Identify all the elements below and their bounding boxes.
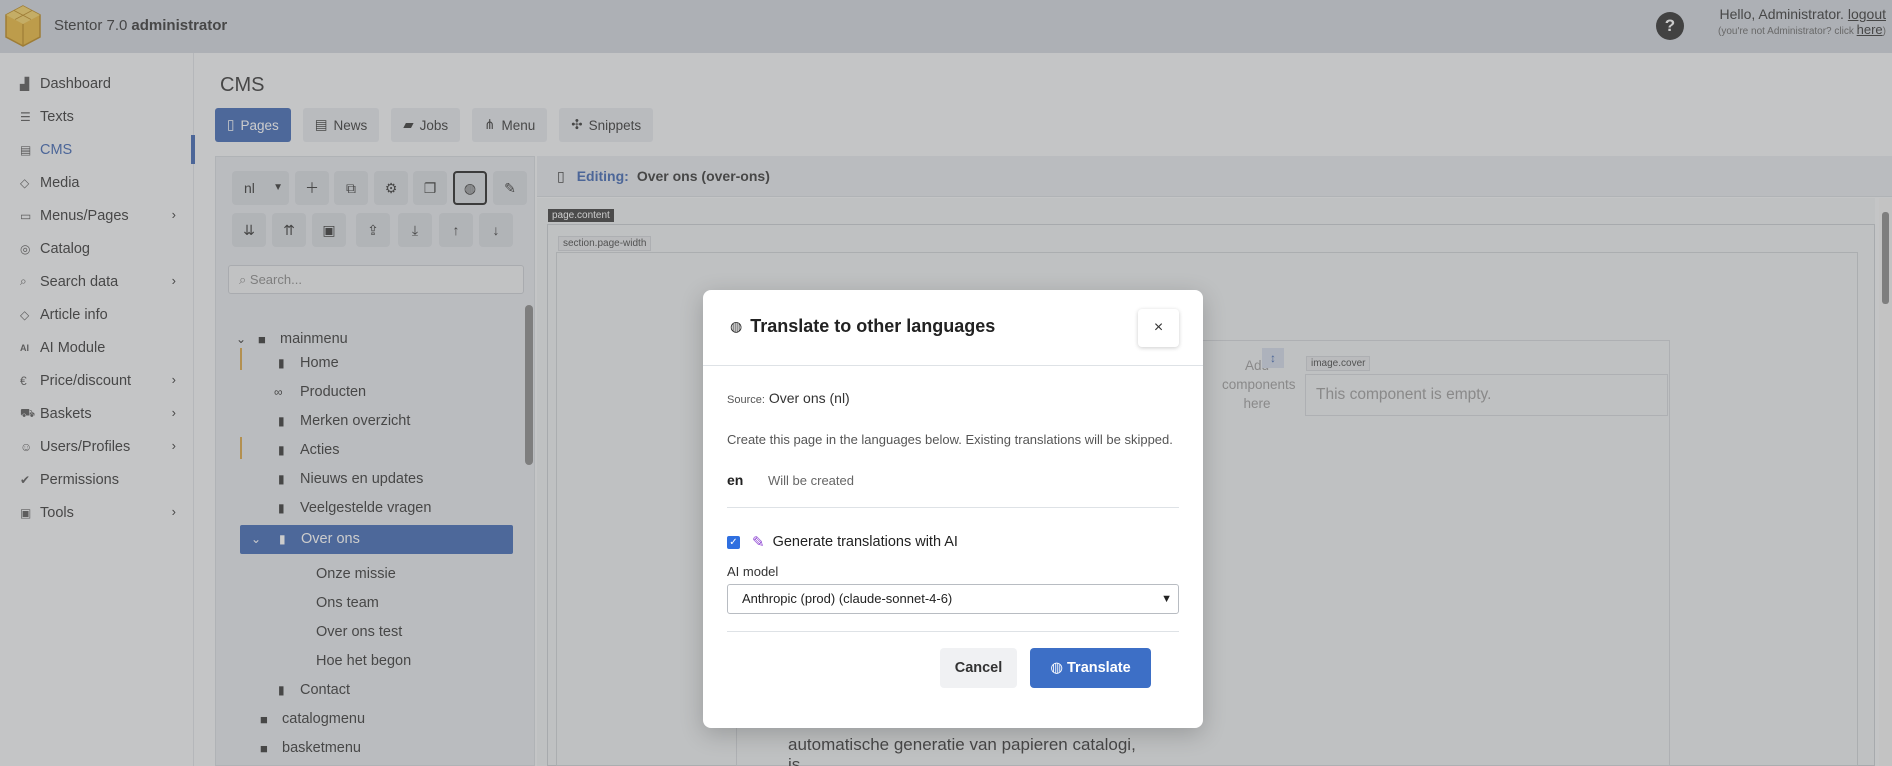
ai-checkbox[interactable]: ✓ <box>727 535 740 549</box>
globe-icon: ◍ <box>1050 660 1063 676</box>
ai-model-select[interactable]: Anthropic (prod) (claude-sonnet-4-6) ▼ <box>727 584 1179 614</box>
source-prefix: Source: <box>727 394 765 406</box>
cancel-button[interactable]: Cancel <box>940 648 1017 688</box>
translate-modal: ◍ Translate to other languages × Source:… <box>703 290 1203 728</box>
modal-title-text: Translate to other languages <box>750 316 996 336</box>
magic-pen-icon: ✎ <box>752 534 765 551</box>
close-button[interactable]: × <box>1138 309 1179 347</box>
language-code: en <box>727 472 744 488</box>
source-info: Source: Over ons (nl) <box>727 390 850 406</box>
modal-title: ◍ Translate to other languages <box>730 316 995 337</box>
ai-option-row: ✓ ✎ Generate translations with AI <box>727 533 958 551</box>
chevron-down-icon: ▼ <box>1161 593 1172 605</box>
modal-header: ◍ Translate to other languages × <box>703 290 1203 366</box>
translate-button[interactable]: ◍ Translate <box>1030 648 1151 688</box>
ai-model-label: AI model <box>727 564 779 579</box>
ai-checkbox-label: Generate translations with AI <box>772 534 958 550</box>
source-value: Over ons (nl) <box>768 390 850 406</box>
language-row: en Will be created <box>727 466 1179 508</box>
translate-button-label: Translate <box>1067 660 1131 676</box>
ai-model-value: Anthropic (prod) (claude-sonnet-4-6) <box>742 591 953 606</box>
divider <box>727 631 1179 632</box>
globe-icon: ◍ <box>730 318 743 334</box>
close-icon: × <box>1153 319 1164 336</box>
modal-description: Create this page in the languages below.… <box>727 432 1173 447</box>
language-status: Will be created <box>768 473 854 488</box>
